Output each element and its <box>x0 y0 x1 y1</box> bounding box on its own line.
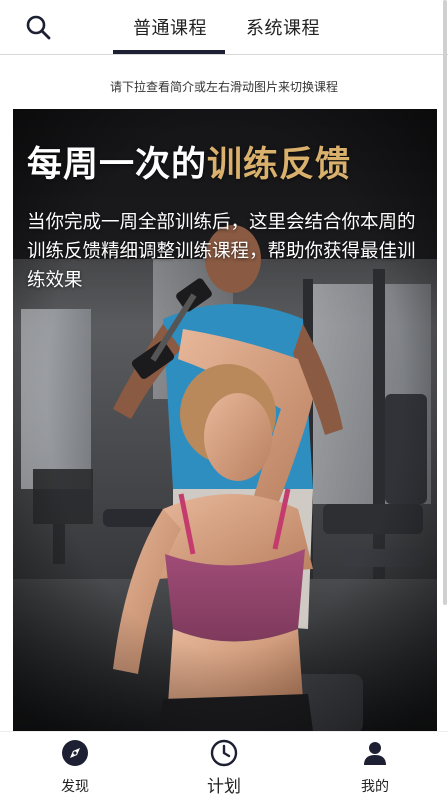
course-hero-card[interactable]: 每周一次的训练反馈 当你完成一周全部训练后，这里会结合你本周的训练反馈精细调整训… <box>13 109 437 731</box>
search-button[interactable] <box>24 13 52 41</box>
tab-system-courses[interactable]: 系统课程 <box>246 14 320 40</box>
swipe-hint: 请下拉查看简介或左右滑动图片来切换课程 <box>109 80 338 94</box>
app-root: 普通课程 系统课程 请下拉查看简介或左右滑动图片来切换课程 每周一次的训练反馈 … <box>0 0 448 799</box>
page-scrollbar[interactable] <box>443 0 447 605</box>
nav-discover[interactable]: 发现 <box>25 732 125 799</box>
user-icon <box>364 742 386 765</box>
nav-mine[interactable]: 我的 <box>325 732 425 799</box>
tab-normal-courses[interactable]: 普通课程 <box>133 14 207 40</box>
nav-discover-label: 发现 <box>61 779 89 795</box>
search-icon <box>26 15 51 40</box>
hero-title-gold: 训练反馈 <box>207 144 352 185</box>
gym-training-photo <box>13 109 437 731</box>
active-tab-indicator <box>113 50 225 54</box>
hero-title: 每周一次的训练反馈 <box>27 144 352 185</box>
compass-icon <box>62 740 88 766</box>
hero-description: 当你完成一周全部训练后，这里会结合你本周的训练反馈精细调整训练课程，帮助你获得最… <box>27 212 416 291</box>
nav-plan-label: 计划 <box>207 777 241 797</box>
bottom-nav: 发现 计划 我的 <box>0 731 448 799</box>
nav-mine-label: 我的 <box>361 779 389 795</box>
nav-plan[interactable]: 计划 <box>174 732 274 799</box>
hero-title-white: 每周一次的 <box>27 144 208 185</box>
top-header: 普通课程 系统课程 <box>0 0 448 55</box>
clock-icon <box>210 739 238 767</box>
